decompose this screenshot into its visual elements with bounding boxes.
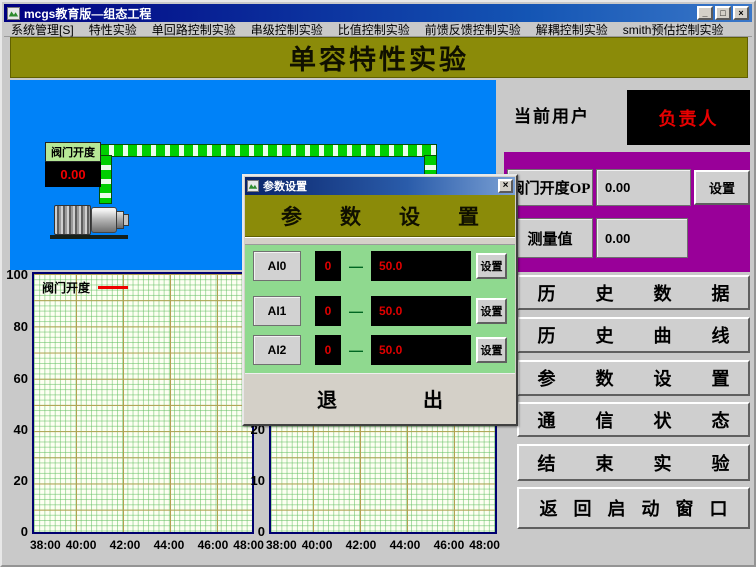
ai2-row: AI2 0 — 50.0 设置: [253, 334, 509, 365]
menu-item-smith[interactable]: smith预估控制实验: [623, 21, 724, 38]
menu-item-single-loop[interactable]: 单回路控制实验: [152, 21, 236, 38]
x-tick: 48:00: [233, 538, 264, 553]
dialog-exit-button[interactable]: 退出: [245, 373, 515, 423]
return-start-window-button[interactable]: 返回启动窗口: [517, 487, 750, 529]
range-dash: —: [341, 258, 371, 274]
ai2-high-value[interactable]: 50.0: [371, 335, 471, 365]
window-title: mcgs教育版—组态工程: [24, 5, 151, 22]
y-tick: 40: [2, 423, 28, 437]
ai1-row: AI1 0 — 50.0 设置: [253, 295, 509, 326]
x-tick: 40:00: [302, 538, 333, 553]
history-curve-button[interactable]: 历史曲线: [517, 317, 750, 353]
valve-opening-value: 0.00: [45, 162, 101, 187]
pipe-horizontal: [99, 144, 437, 157]
menu-item-decoupling[interactable]: 解耦控制实验: [536, 21, 608, 38]
parameter-dialog: 参数设置 × 参数设置 AI0 0 — 50.0 设置 AI1 0 — 50.0…: [242, 174, 518, 426]
close-icon[interactable]: ×: [733, 6, 749, 20]
measured-value-value: 0.00: [596, 218, 688, 258]
x-tick: 38:00: [30, 538, 61, 553]
range-dash: —: [341, 342, 371, 358]
dialog-title: 参数设置: [263, 178, 307, 194]
ai2-label: AI2: [253, 335, 301, 365]
trend2-x-axis: 38:00 40:00 42:00 44:00 46:00 48:00: [266, 538, 500, 553]
menu-item-cascade[interactable]: 串级控制实验: [251, 21, 323, 38]
trend1-legend: 阀门开度: [42, 279, 128, 296]
trend1-legend-line: [98, 286, 128, 289]
x-tick: 42:00: [110, 538, 141, 553]
y-tick: 0: [2, 525, 28, 539]
history-data-button[interactable]: 历史数据: [517, 275, 750, 310]
y-tick: 60: [2, 372, 28, 386]
dialog-body: AI0 0 — 50.0 设置 AI1 0 — 50.0 设置 AI2 0 — …: [245, 245, 515, 373]
comm-status-button[interactable]: 通信状态: [517, 402, 750, 437]
ai0-row: AI0 0 — 50.0 设置: [253, 250, 509, 281]
title-bar: mcgs教育版—组态工程 _ □ ×: [4, 4, 752, 22]
current-user-label: 当前用户: [514, 102, 590, 127]
dialog-divider: [245, 237, 515, 245]
page-title: 单容特性实验: [10, 37, 748, 78]
trend1-legend-label: 阀门开度: [42, 279, 90, 296]
x-tick: 48:00: [469, 538, 500, 553]
dialog-title-bar[interactable]: 参数设置 ×: [245, 177, 515, 195]
x-tick: 46:00: [434, 538, 465, 553]
range-dash: —: [341, 303, 371, 319]
x-tick: 40:00: [66, 538, 97, 553]
y-tick: 20: [2, 474, 28, 488]
y-tick: 100: [2, 268, 28, 282]
x-tick: 38:00: [266, 538, 297, 553]
valve-trend-chart: [32, 272, 254, 534]
ai2-low-value[interactable]: 0: [315, 335, 341, 365]
x-tick: 46:00: [198, 538, 229, 553]
valve-opening-label: 阀门开度: [45, 142, 101, 162]
trend1-x-axis: 38:00 40:00 42:00 44:00 46:00 48:00: [30, 538, 264, 553]
restore-icon[interactable]: □: [715, 6, 731, 20]
ai1-low-value[interactable]: 0: [315, 296, 341, 326]
app-window: mcgs教育版—组态工程 _ □ × 系统管理[S] 特性实验 单回路控制实验 …: [0, 0, 756, 567]
y-tick: 80: [2, 320, 28, 334]
y-tick: 0: [241, 525, 265, 539]
pump-icon: [48, 202, 130, 240]
minimize-icon[interactable]: _: [697, 6, 713, 20]
dialog-close-icon[interactable]: ×: [498, 179, 513, 193]
ai1-label: AI1: [253, 296, 301, 326]
ai0-low-value[interactable]: 0: [315, 251, 341, 281]
menu-item-ratio[interactable]: 比值控制实验: [338, 21, 410, 38]
menu-item-system[interactable]: 系统管理[S]: [11, 21, 74, 38]
x-tick: 44:00: [154, 538, 185, 553]
x-tick: 44:00: [390, 538, 421, 553]
parameter-setting-button[interactable]: 参数设置: [517, 360, 750, 396]
dialog-heading: 参数设置: [245, 195, 515, 237]
ai1-high-value[interactable]: 50.0: [371, 296, 471, 326]
ai0-set-button[interactable]: 设置: [476, 253, 507, 279]
y-tick: 10: [241, 474, 265, 488]
x-tick: 42:00: [346, 538, 377, 553]
menu-item-feedforward[interactable]: 前馈反馈控制实验: [425, 21, 521, 38]
valve-opening-tag: 阀门开度 0.00: [45, 142, 101, 187]
menu-item-characteristic[interactable]: 特性实验: [89, 21, 137, 38]
ai0-high-value[interactable]: 50.0: [371, 251, 471, 281]
ai2-set-button[interactable]: 设置: [476, 337, 507, 363]
end-experiment-button[interactable]: 结束实验: [517, 444, 750, 481]
ai1-set-button[interactable]: 设置: [476, 298, 507, 324]
ai0-label: AI0: [253, 251, 301, 281]
dialog-icon: [247, 180, 259, 192]
valve-op-set-button[interactable]: 设置: [694, 170, 750, 205]
measured-value-label: 测量值: [507, 218, 593, 258]
current-user-value: 负责人: [627, 90, 750, 145]
app-icon: [7, 7, 20, 20]
valve-op-label: 阀门开度OP: [507, 169, 593, 206]
valve-op-value[interactable]: 0.00: [596, 169, 691, 206]
menu-bar: 系统管理[S] 特性实验 单回路控制实验 串级控制实验 比值控制实验 前馈反馈控…: [4, 22, 752, 37]
